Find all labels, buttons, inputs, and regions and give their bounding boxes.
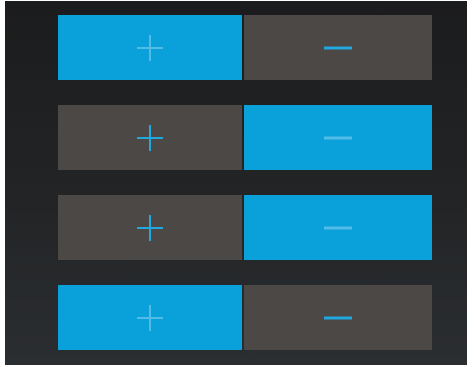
- minus-button[interactable]: [244, 105, 432, 170]
- plus-icon: [137, 304, 163, 331]
- minus-button[interactable]: [244, 285, 432, 350]
- plus-icon: [137, 214, 163, 241]
- toggle-row-4: [58, 285, 432, 350]
- plus-button[interactable]: [58, 285, 242, 350]
- minus-button[interactable]: [244, 15, 432, 80]
- minus-icon: [324, 316, 352, 319]
- plus-button[interactable]: [58, 105, 242, 170]
- button-panel: [5, 1, 467, 365]
- minus-icon: [324, 46, 352, 49]
- toggle-row-2: [58, 105, 432, 170]
- plus-button[interactable]: [58, 195, 242, 260]
- minus-icon: [324, 226, 352, 229]
- minus-button[interactable]: [244, 195, 432, 260]
- plus-icon: [137, 34, 163, 61]
- plus-icon: [137, 124, 163, 151]
- toggle-row-3: [58, 195, 432, 260]
- toggle-row-1: [58, 15, 432, 80]
- minus-icon: [324, 136, 352, 139]
- plus-button[interactable]: [58, 15, 242, 80]
